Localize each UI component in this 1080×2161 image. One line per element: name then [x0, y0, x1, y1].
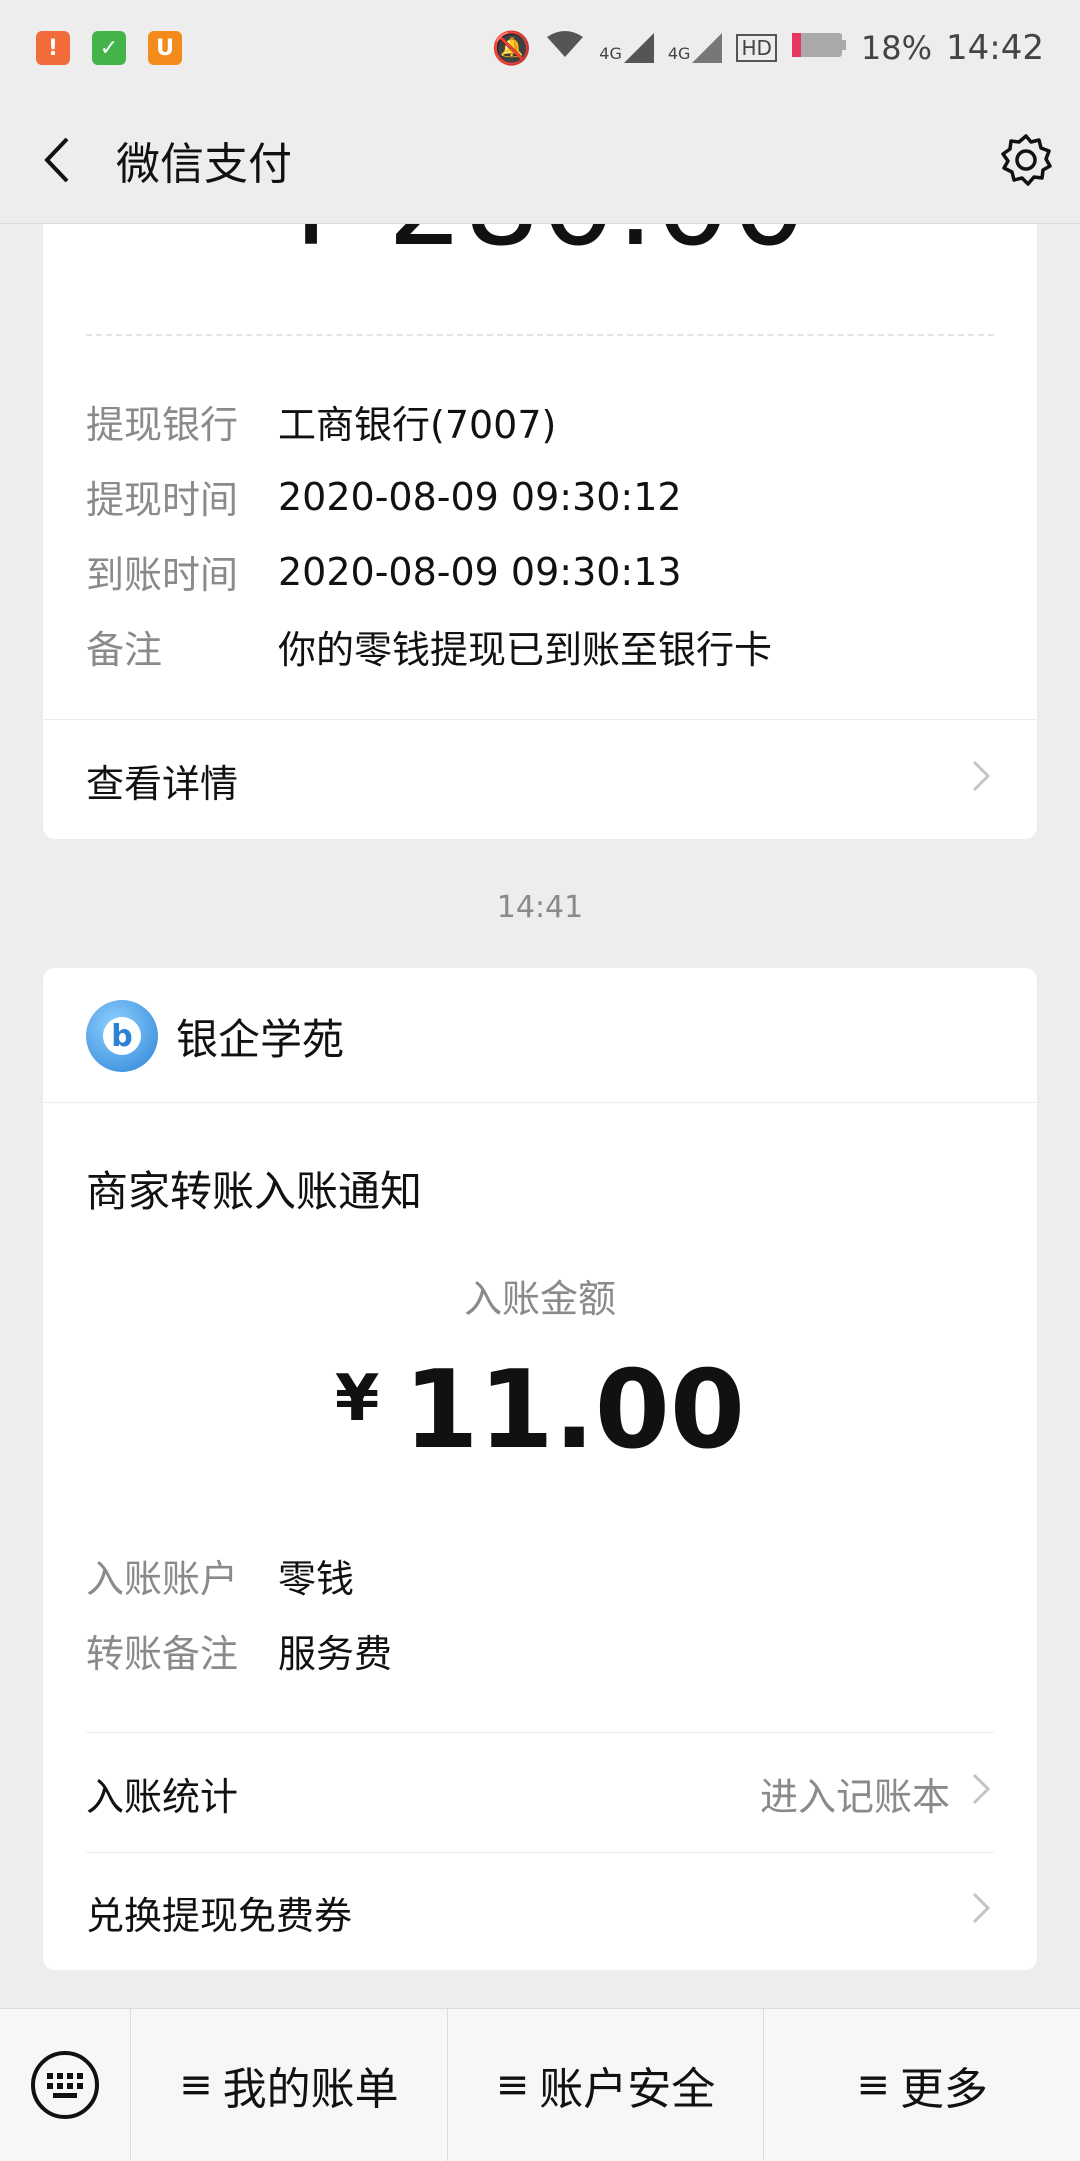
bottom-menu-bar: ≡ 我的账单 ≡ 账户安全 ≡ 更多 — [0, 2008, 1080, 2161]
detail-row: 转账备注 服务费 — [86, 1632, 393, 1676]
income-stats-label: 入账统计 — [86, 1774, 239, 1819]
dashed-divider — [86, 334, 994, 336]
clock: 14:42 — [946, 28, 1044, 68]
currency-symbol: ¥ — [334, 1362, 380, 1436]
amount-value: 11.00 — [403, 1348, 746, 1473]
menu-account-security[interactable]: ≡ 账户安全 — [448, 2009, 765, 2161]
browser-app-icon: U — [148, 31, 182, 65]
merchant-logo-icon: b — [86, 1000, 158, 1072]
withdraw-card: ¥ 280.00 提现银行 工商银行(7007) 提现时间 2020-08-09… — [43, 224, 1037, 839]
voucher-link[interactable]: 兑换提现免费券 — [86, 1854, 994, 1970]
security-app-icon: ✓ — [92, 31, 126, 65]
gear-icon[interactable] — [996, 130, 1056, 190]
signal-icon-2: 4G — [668, 33, 723, 63]
chevron-right-icon — [970, 1890, 994, 1935]
detail-row: 到账时间 2020-08-09 09:30:13 — [86, 549, 682, 598]
detail-row: 备注 你的零钱提现已到账至银行卡 — [86, 628, 773, 672]
merchant-name: 银企学苑 — [176, 1014, 345, 1064]
menu-my-bills[interactable]: ≡ 我的账单 — [131, 2009, 448, 2161]
menu-icon: ≡ — [495, 2062, 530, 2108]
menu-icon: ≡ — [856, 2062, 890, 2108]
withdraw-amount: ¥ 280.00 — [43, 224, 1037, 273]
notice-title: 商家转账入账通知 — [86, 1167, 423, 1216]
detail-row: 提现时间 2020-08-09 09:30:12 — [86, 474, 682, 523]
ledger-hint: 进入记账本 — [759, 1774, 950, 1819]
amount-label: 入账金额 — [463, 1277, 616, 1321]
detail-row: 提现银行 工商银行(7007) — [86, 403, 557, 447]
wifi-icon — [545, 29, 585, 67]
message-time: 14:41 — [496, 890, 584, 925]
detail-row: 入账账户 零钱 — [86, 1557, 355, 1601]
back-icon[interactable] — [36, 130, 76, 190]
menu-icon: ≡ — [179, 2062, 213, 2108]
income-stats-link[interactable]: 入账统计 进入记账本 — [86, 1734, 994, 1852]
divider — [86, 1852, 994, 1853]
status-bar: ! ✓ U 🔕 4G 4G HD 18% 14:42 — [0, 0, 1080, 96]
divider — [43, 1102, 1037, 1103]
view-details-link[interactable]: 查看详情 — [86, 722, 994, 839]
mute-icon: 🔕 — [491, 29, 532, 67]
hd-icon: HD — [736, 34, 777, 62]
alert-app-icon: ! — [36, 31, 70, 65]
divider — [43, 719, 1037, 720]
battery-icon — [791, 29, 847, 67]
received-amount: ¥11.00 — [43, 1348, 1037, 1473]
merchant-header[interactable]: b 银企学苑 — [86, 998, 344, 1074]
page-title: 微信支付 — [116, 138, 292, 190]
signal-icon-1: 4G — [599, 33, 654, 63]
chevron-right-icon — [970, 758, 994, 803]
voucher-label: 兑换提现免费券 — [86, 1893, 353, 1938]
nav-bar: 微信支付 — [0, 96, 1080, 224]
chevron-right-icon — [970, 1771, 994, 1816]
battery-percent: 18% — [860, 29, 933, 67]
view-details-label: 查看详情 — [86, 762, 239, 806]
keyboard-icon[interactable] — [0, 2009, 131, 2161]
transfer-notice-card: b 银企学苑 商家转账入账通知 入账金额 ¥11.00 入账账户 零钱 转账备注… — [43, 968, 1037, 1970]
menu-more[interactable]: ≡ 更多 — [764, 2009, 1080, 2161]
divider — [86, 1732, 994, 1733]
